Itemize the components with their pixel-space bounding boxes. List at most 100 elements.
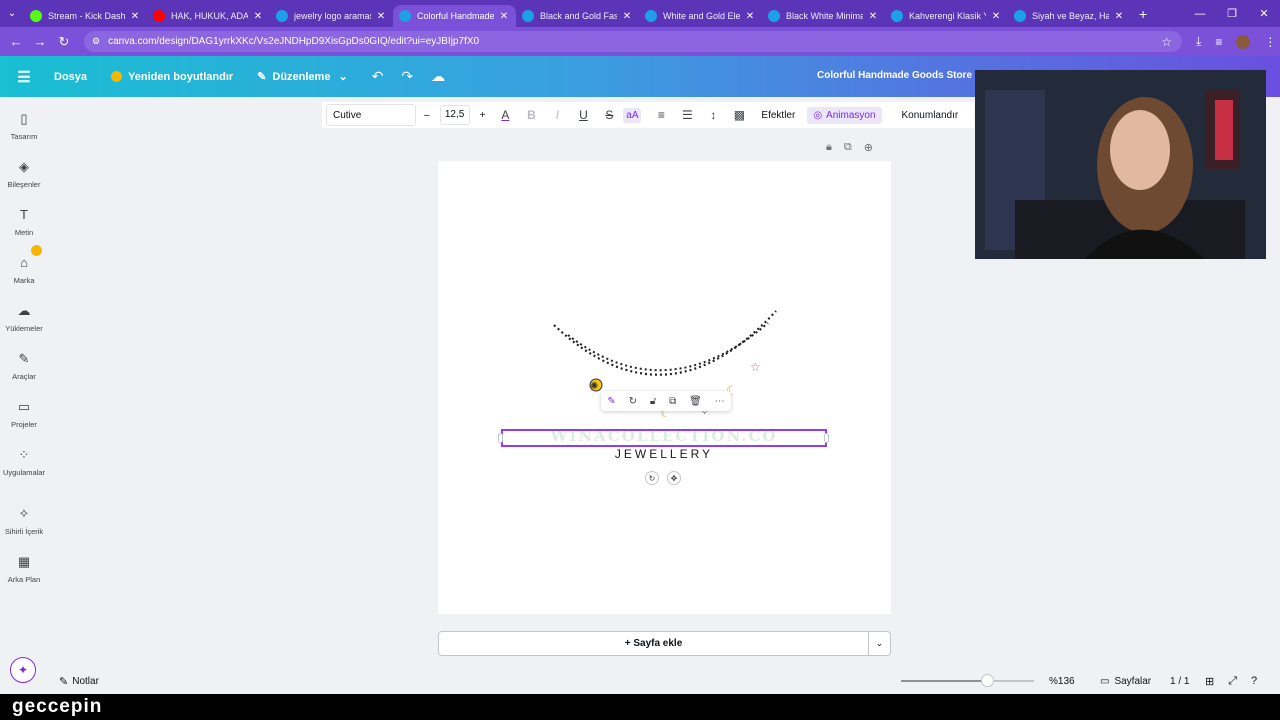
close-tab-icon[interactable]: ✕ [744,11,756,22]
position-button[interactable]: Konumlandır [902,110,959,121]
fullscreen-icon[interactable]: ⤢ [1228,675,1237,688]
browser-tab[interactable]: Colorful Handmade G ✕ [393,5,516,27]
lock-element-icon[interactable]: 🔓︎ [650,396,656,407]
sidebar-item[interactable]: ✧ Sihirli İçerik [0,506,48,536]
text-selection-box[interactable] [501,429,827,447]
sidebar-item[interactable]: ☁ Yüklemeler [0,303,48,333]
add-page-button[interactable]: + Sayfa ekle [438,631,869,656]
file-menu-label: Dosya [54,70,88,83]
decrease-size-icon[interactable]: – [424,110,430,121]
minimize-icon[interactable]: — [1184,8,1216,20]
add-page-dropdown-icon[interactable]: ⌄ [869,631,891,656]
design-icon: ▯ [20,111,28,126]
duplicate-element-icon[interactable]: ⧉ [669,396,676,407]
resize-handle-left[interactable] [498,433,503,443]
close-window-icon[interactable]: ✕ [1248,7,1280,20]
close-tab-icon[interactable]: ✕ [621,11,633,22]
tab-search-icon[interactable]: ⌄ [0,0,24,27]
restore-icon[interactable]: ❐ [1216,7,1248,20]
media-control-icon[interactable]: ≡ [1215,35,1222,49]
sidebar-item[interactable]: ⌂ Marka [0,255,48,285]
resize-button[interactable]: Yeniden boyutlandır [111,71,233,83]
pages-button[interactable]: ▭ Sayfalar [1100,676,1151,687]
kick-icon [30,10,42,22]
close-tab-icon[interactable]: ✕ [252,11,264,22]
help-icon[interactable]: ? [1251,675,1257,688]
browser-tab[interactable]: White and Gold Eleg ✕ [639,5,762,27]
text-color-icon[interactable]: A [499,108,511,122]
more-options-icon[interactable]: ⋯ [715,396,725,407]
download-icon[interactable]: ⤓ [1196,34,1201,49]
increase-size-icon[interactable]: + [480,110,486,121]
rotate-handle-icon[interactable]: ↻ [645,471,659,485]
undo-icon[interactable]: ↶ [372,68,384,85]
notes-button[interactable]: ✎ Notlar [59,675,99,688]
sidebar-item-label: Tasarım [10,132,38,141]
delete-icon[interactable]: 🗑︎ [689,396,702,407]
lock-page-icon[interactable]: 🔒︎ [826,141,832,154]
sidebar-item[interactable]: ▦ Arka Plan [0,554,48,584]
browser-tab[interactable]: Black and Gold Fashi ✕ [516,5,639,27]
sidebar-item[interactable]: ▯ Tasarım [0,111,48,141]
site-info-icon[interactable]: ⚙ [92,36,100,47]
close-tab-icon[interactable]: ✕ [990,11,1002,22]
magic-media-icon: ✧ [18,506,30,521]
document-title[interactable]: Colorful Handmade Goods Store Lo [817,70,987,81]
bold-icon[interactable]: B [525,108,537,122]
close-tab-icon[interactable]: ✕ [129,11,141,22]
cloud-save-icon[interactable]: ☁ [431,68,445,85]
italic-icon[interactable]: I [551,108,563,122]
close-tab-icon[interactable]: ✕ [375,11,387,22]
zoom-level[interactable]: %136 [1049,676,1075,687]
sidebar-item[interactable]: ✎ Araçlar [0,351,48,381]
transparency-icon[interactable]: ▩ [733,108,745,122]
redo-icon[interactable]: ↷ [401,68,413,85]
back-icon[interactable]: ← [4,34,28,49]
zoom-slider-handle[interactable] [981,674,995,687]
browser-tab[interactable]: Black White Minimali ✕ [762,5,885,27]
file-menu-button[interactable]: Dosya [54,71,87,83]
magic-edit-icon[interactable]: ✎ [607,396,615,407]
browser-tab[interactable]: Stream - Kick Dashbo ✕ [24,5,147,27]
reload-icon[interactable]: ↻ [52,34,76,50]
align-center-icon[interactable]: ≡ [655,108,667,122]
strikethrough-icon[interactable]: S [603,108,615,122]
sidebar-item[interactable]: T Metin [0,207,48,237]
jewellery-text[interactable]: JEWELLERY [501,447,827,461]
animation-button[interactable]: ◎ Animasyon [807,106,882,124]
grid-view-icon[interactable]: ⊞ [1205,675,1214,688]
letter-case-icon[interactable]: aA [623,107,642,123]
browser-tab[interactable]: jewelry logo araması ✕ [270,5,393,27]
move-handle-icon[interactable]: ✥ [667,471,681,485]
svg-text:✺: ✺ [590,381,598,392]
list-icon[interactable]: ☰ [681,108,693,122]
bookmark-star-icon[interactable]: ☆ [1161,35,1172,49]
sidebar-item[interactable]: ⁘ Uygulamalar [0,447,48,477]
add-page-icon[interactable]: ⊕ [864,141,873,154]
browser-tab[interactable]: Siyah ve Beyaz, Hare ✕ [1008,5,1131,27]
profile-avatar[interactable] [1236,34,1251,49]
main-menu-icon[interactable]: ☰ [0,68,48,86]
close-tab-icon[interactable]: ✕ [867,11,879,22]
forward-icon[interactable]: → [28,34,52,49]
close-tab-icon[interactable]: ✕ [498,11,510,22]
close-tab-icon[interactable]: ✕ [1113,11,1125,22]
browser-tab[interactable]: HAK, HUKUK, ADALET ✕ [147,5,270,27]
browser-menu-icon[interactable]: ⋮ [1264,35,1276,49]
editing-mode-button[interactable]: ✎ Düzenleme ⌄ [257,70,348,84]
necklace-illustration[interactable]: ✺ ☆ ☾ ☾ ✧ [438,161,891,614]
url-field[interactable]: ⚙ canva.com/design/DAG1yrrkXKc/Vs2eJNDHp… [84,31,1182,52]
duplicate-page-icon[interactable]: ⧉ [844,141,852,154]
font-size-input[interactable]: 12,5 [439,105,470,125]
new-tab-icon[interactable]: + [1139,6,1147,22]
rotate-icon[interactable]: ↻ [629,396,637,407]
sidebar-item[interactable]: ◈ Bileşenler [0,159,48,189]
effects-button[interactable]: Efektler [761,110,795,121]
design-page[interactable]: ✺ ☆ ☾ ☾ ✧ [438,161,891,614]
resize-handle-right[interactable] [824,433,829,443]
browser-tab[interactable]: Kahverengi Klasik Yu ✕ [885,5,1008,27]
underline-icon[interactable]: U [577,108,589,122]
spacing-icon[interactable]: ↕ [707,108,719,122]
sidebar-item[interactable]: ▭ Projeler [0,399,48,429]
font-selector[interactable]: Cutive [326,104,416,126]
